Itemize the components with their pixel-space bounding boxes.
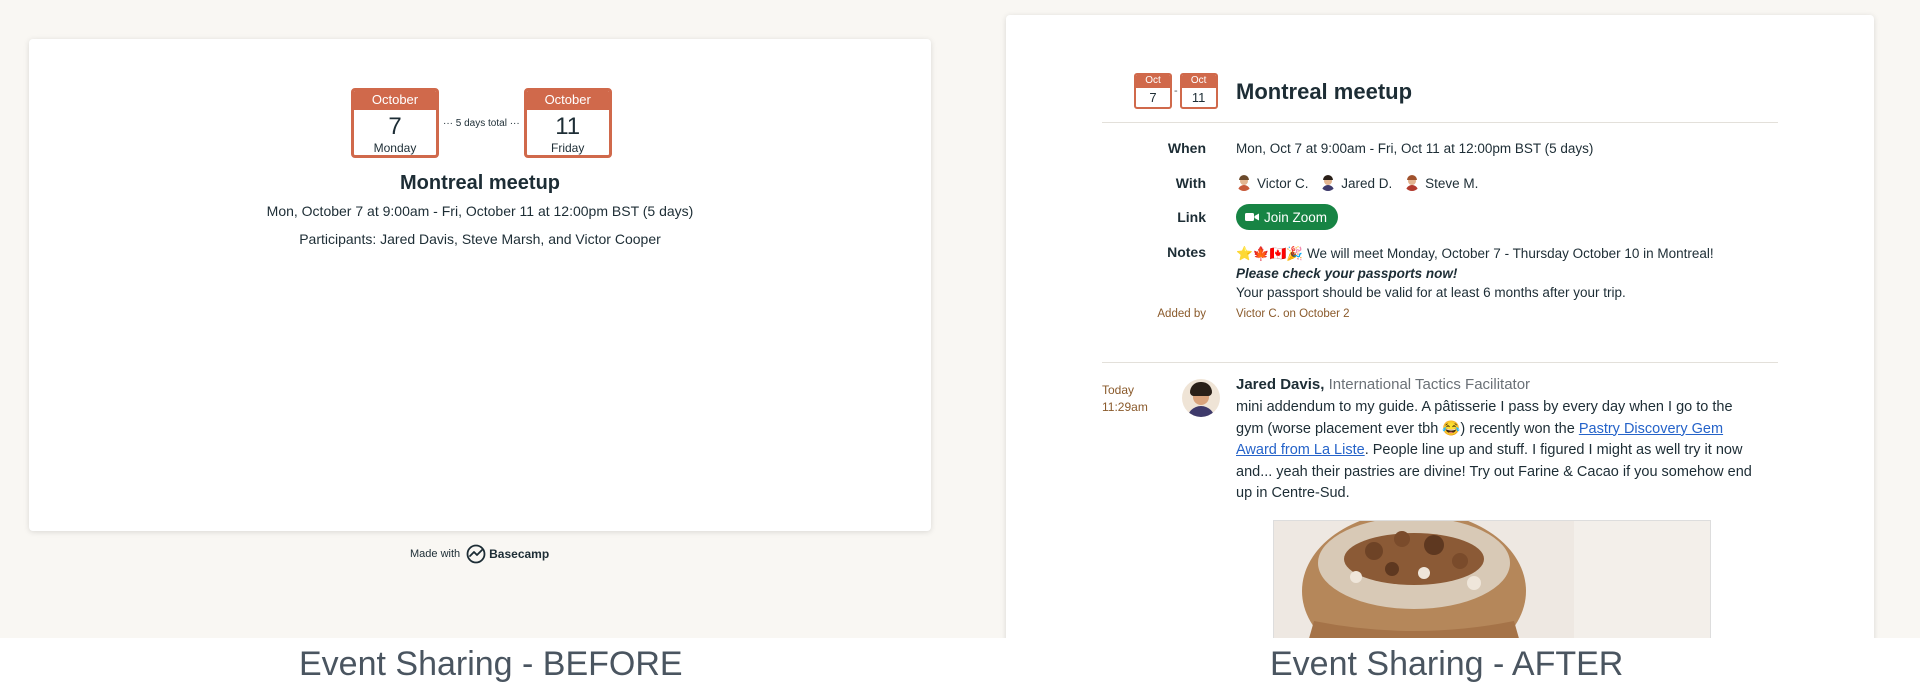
participant-name: Jared D. [1341,175,1393,191]
comment-author-name: Jared Davis, [1236,376,1325,393]
made-with-footer[interactable]: Made with Basecamp [410,544,549,564]
when-value: Mon, Oct 7 at 9:00am - Fri, Oct 11 at 12… [1236,141,1594,156]
notes-label: Notes [1167,244,1206,260]
with-label: With [1175,175,1206,191]
event-title: Montreal meetup [399,172,561,194]
event-participants: Participants: Jared Davis, Steve Marsh, … [299,231,661,247]
participant-name: Victor C. [1257,175,1309,191]
end-day: 11 [555,113,581,140]
comment-timestamp[interactable]: Today 11:29am [1102,382,1148,416]
start-month: October [354,91,436,110]
avatar-jared [1320,175,1336,191]
end-weekday: Friday [551,141,585,155]
after-date-range: Oct 7 - Oct 11 [1134,73,1218,109]
start-day-short: 7 [1149,90,1157,105]
caption-after: Event Sharing - AFTER [1270,645,1624,683]
end-date-mini-calendar: Oct 11 [1179,73,1218,109]
participant-name: Steve M. [1425,175,1479,191]
caption-before: Event Sharing - BEFORE [299,645,683,683]
after-event-card: Oct 7 - Oct 11 Montreal meetup When Mon,… [1006,15,1874,638]
when-label: When [1167,140,1206,156]
pastry-photo[interactable] [1273,520,1711,638]
comment-body: mini addendum to my guide. A pâtisserie … [1236,397,1758,505]
added-by-value: Victor C. on October 2 [1236,308,1350,320]
participant-jared[interactable]: Jared D. [1320,175,1392,191]
link-label: Link [1177,209,1206,225]
notes-line-2: Please check your passports now! [1236,265,1458,281]
notes-line-3: Your passport should be valid for at lea… [1236,285,1626,300]
participant-victor[interactable]: Victor C. [1236,175,1309,191]
date-separator: - [1174,85,1178,97]
event-notes: ⭐🍁🇨🇦🎉 We will meet Monday, October 7 - T… [1236,244,1714,303]
start-day: 7 [388,113,402,140]
comment-day: Today [1102,383,1135,397]
notes-line-1: ⭐🍁🇨🇦🎉 We will meet Monday, October 7 - T… [1236,246,1714,261]
before-event-card: October 7 Monday ··· 5 days total ··· Oc… [29,39,931,531]
avatar-victor [1236,175,1252,191]
made-with-label: Made with [410,548,461,560]
event-when: Mon, October 7 at 9:00am - Fri, October … [266,203,694,219]
participant-steve[interactable]: Steve M. [1404,175,1478,191]
divider-comments [1102,362,1778,363]
start-month-short: Oct [1136,75,1170,88]
end-month-short: Oct [1181,75,1216,88]
participants-list: Victor C. Jared D. Steve M. [1236,175,1486,194]
avatar-jared-large[interactable] [1182,379,1220,417]
video-camera-icon [1245,213,1259,221]
basecamp-brand-text: Basecamp [489,547,550,561]
end-date-calendar: October 11 Friday [523,88,612,158]
comment-time: 11:29am [1102,400,1148,414]
end-day-short: 11 [1191,90,1206,105]
event-title-after: Montreal meetup [1236,79,1413,104]
join-zoom-label: Join Zoom [1264,209,1328,225]
before-date-range: October 7 Monday ··· 5 days total ··· Oc… [351,88,612,158]
duration-label: ··· 5 days total ··· [443,117,520,129]
added-by-label: Added by [1157,308,1206,320]
basecamp-logo[interactable]: Basecamp [466,544,549,564]
start-date-calendar: October 7 Monday [351,88,439,158]
comment-author: Jared Davis, International Tactics Facil… [1236,376,1530,393]
join-zoom-button[interactable]: Join Zoom [1236,204,1339,230]
start-date-mini-calendar: Oct 7 [1134,73,1172,109]
avatar-steve [1404,175,1420,191]
pastry-image-shapes [1274,521,1710,638]
start-weekday: Monday [373,141,417,155]
end-month: October [526,91,609,110]
comment-author-role: International Tactics Facilitator [1328,376,1531,393]
basecamp-logo-icon [466,544,486,564]
screenshot-stage: October 7 Monday ··· 5 days total ··· Oc… [0,0,1920,638]
divider-top [1102,122,1778,123]
